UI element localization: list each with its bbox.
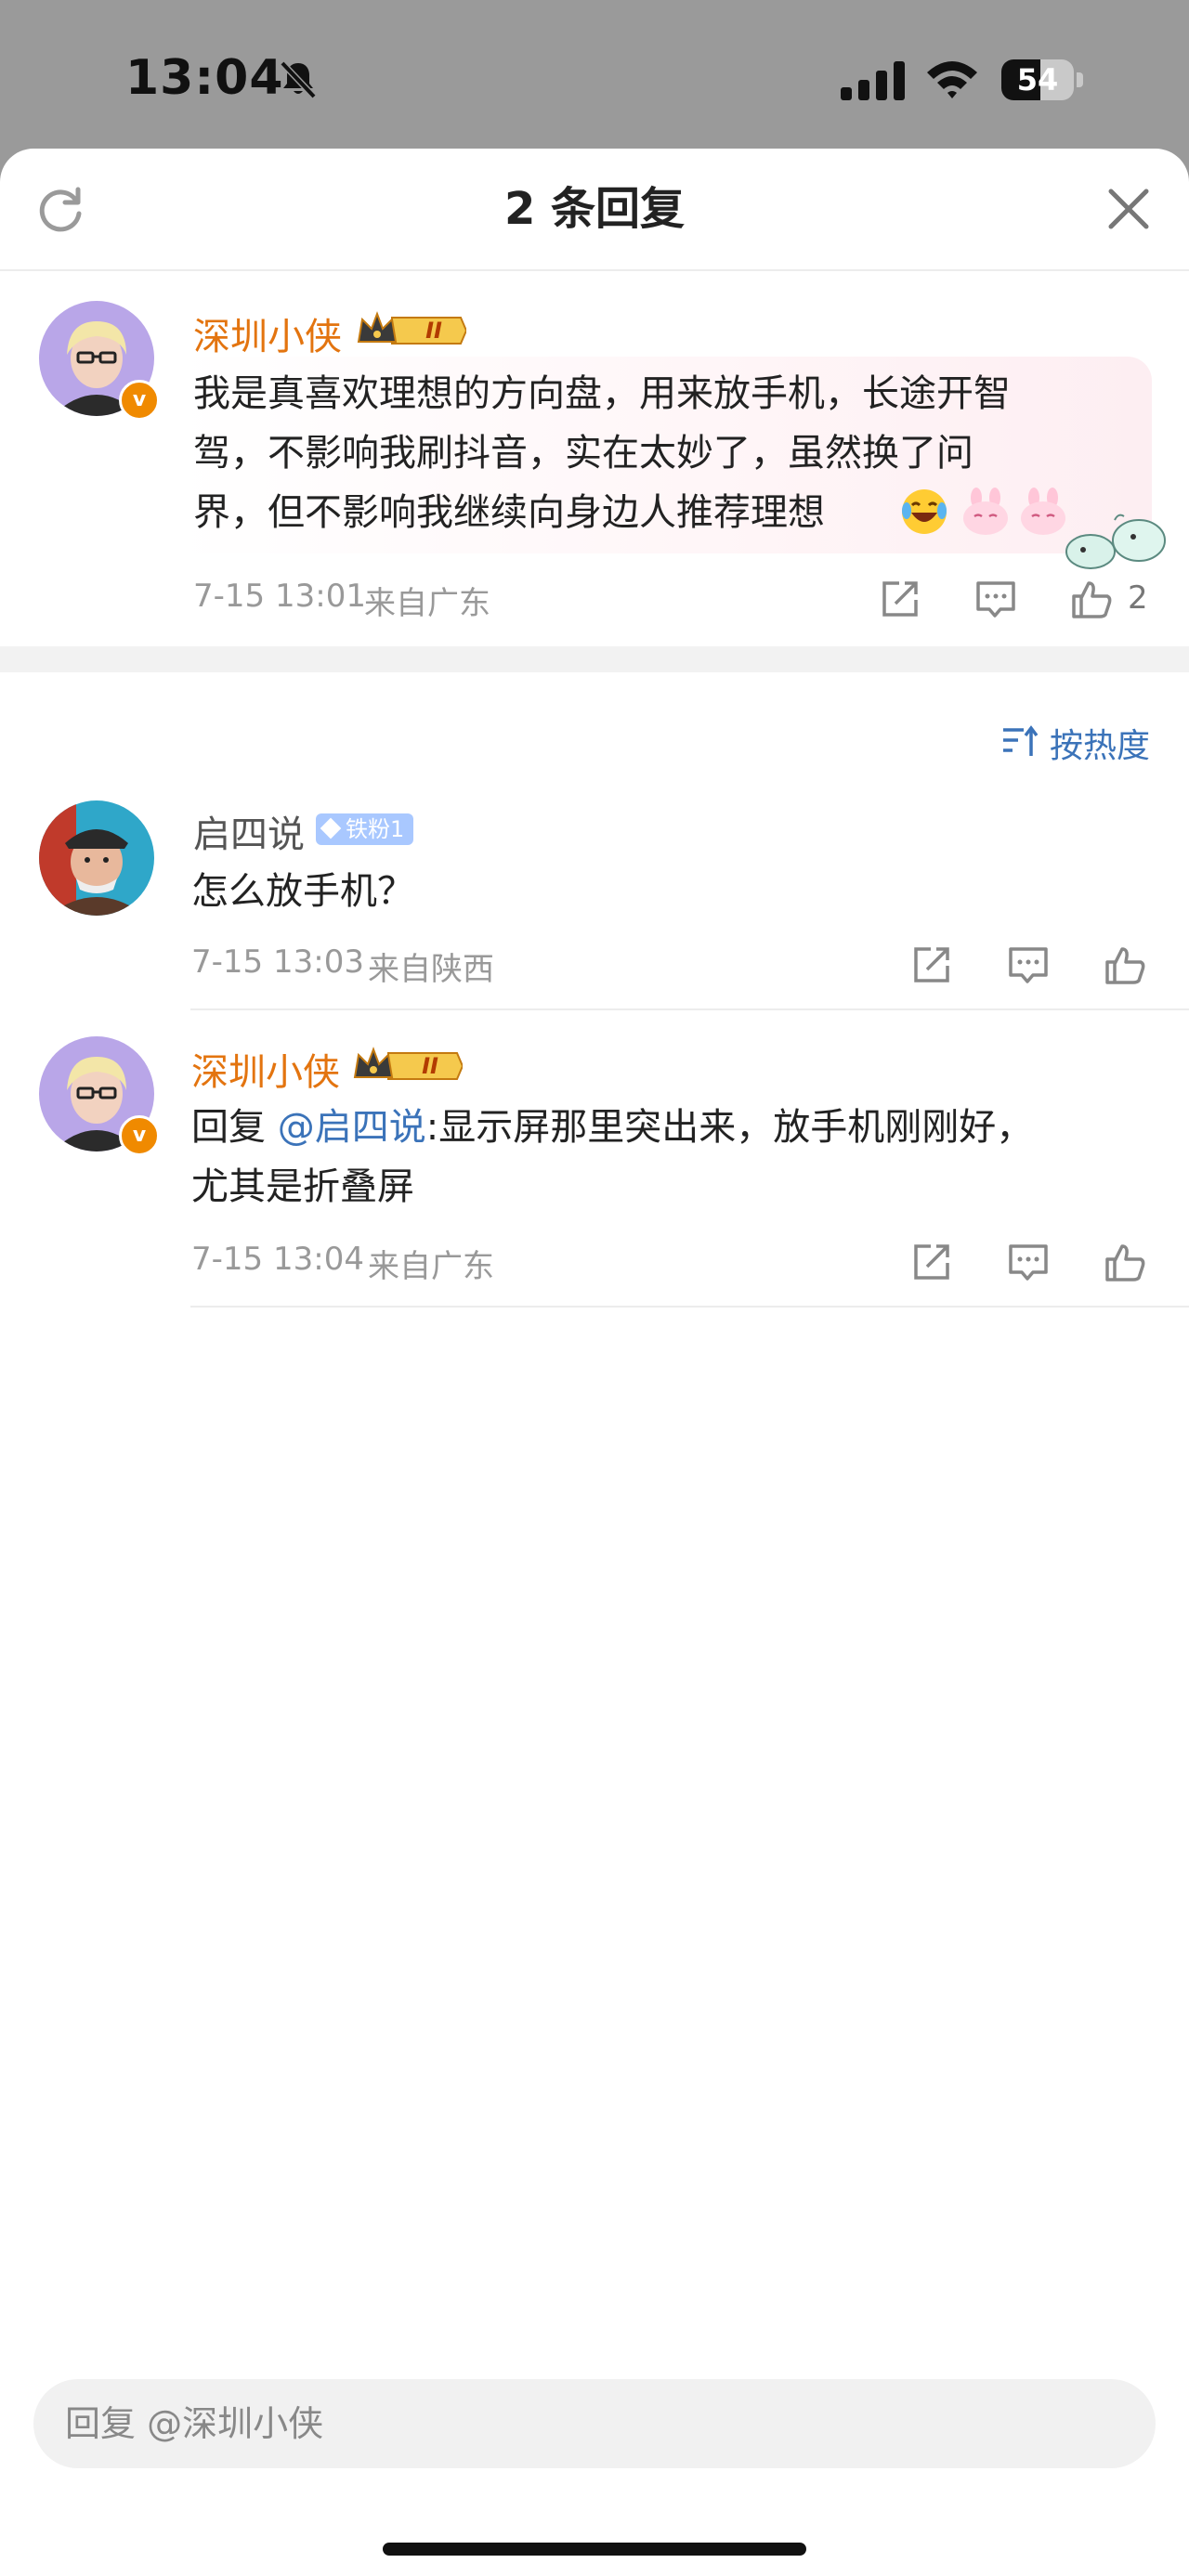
reply-text: 怎么放手机？ xyxy=(191,870,414,913)
reply-username[interactable]: 启四说 xyxy=(193,804,305,858)
share-icon[interactable] xyxy=(910,1241,953,1283)
reply-input[interactable]: 回复 @深圳小侠 xyxy=(33,2379,1156,2468)
sort-icon xyxy=(1003,725,1039,756)
sheet-title: 2 条回复 xyxy=(503,183,686,235)
laughing-tears-emoji-icon xyxy=(902,489,947,534)
like-icon[interactable] xyxy=(1070,578,1113,620)
comment-text-line-3: 界，但不影响我继续向身边人推荐理想 xyxy=(193,491,825,534)
battery-indicator: 54 xyxy=(1001,59,1085,100)
comment-date: 7-15 13:01 xyxy=(193,578,366,615)
reply-input-placeholder: 回复 @深圳小侠 xyxy=(65,2403,324,2444)
comment-icon[interactable] xyxy=(974,578,1017,620)
cellular-signal-icon xyxy=(841,61,905,100)
level-badge-text: II xyxy=(425,318,442,344)
fan-badge-label: 铁粉1 xyxy=(346,816,405,842)
reply-location: 来自广东 xyxy=(368,1248,494,1285)
like-count: 2 xyxy=(1128,579,1148,617)
reply-text-line-1: 回复 @启四说:显示屏那里突出来，放手机刚刚好， xyxy=(191,1098,1033,1157)
reply-date: 7-15 13:04 xyxy=(191,1241,364,1278)
fan-badge: 铁粉1 xyxy=(316,813,414,845)
bell-muted-icon xyxy=(280,60,317,99)
comment-username[interactable]: 深圳小侠 xyxy=(193,306,342,360)
battery-percent: 54 xyxy=(1016,62,1059,98)
mention-link[interactable]: @启四说 xyxy=(278,1106,426,1149)
row-divider xyxy=(190,1306,1189,1308)
comment-icon[interactable] xyxy=(1007,943,1050,986)
home-indicator[interactable] xyxy=(383,2543,806,2556)
section-divider xyxy=(0,646,1189,672)
verified-badge-icon: v xyxy=(119,380,160,421)
reply-location: 来自陕西 xyxy=(368,951,494,988)
level-badge-text: II xyxy=(422,1053,438,1079)
comment-icon[interactable] xyxy=(1007,1241,1050,1283)
wifi-icon xyxy=(927,61,977,98)
reply-text-line-2: 尤其是折叠屏 xyxy=(191,1165,414,1208)
sort-by-hot-button[interactable]: 按热度 xyxy=(1001,719,1159,765)
status-bar: 13:04 54 xyxy=(0,0,1189,153)
share-icon[interactable] xyxy=(879,578,921,620)
row-divider xyxy=(190,1008,1189,1010)
sheet-header: 2 条回复 xyxy=(0,149,1189,271)
whale-sticker-icon xyxy=(1065,514,1166,569)
reply-username[interactable]: 深圳小侠 xyxy=(191,1042,340,1096)
avatar[interactable] xyxy=(39,800,154,916)
clock: 13:04 xyxy=(125,50,284,106)
bunny-emoji-icon xyxy=(963,488,1008,535)
sort-label: 按热度 xyxy=(1050,727,1151,765)
comment-location: 来自广东 xyxy=(364,585,490,622)
like-icon[interactable] xyxy=(1104,943,1146,986)
reply-body: :显示屏那里突出来，放手机刚刚好， xyxy=(425,1106,1034,1149)
close-icon[interactable] xyxy=(1105,186,1152,232)
comment-text-line-1: 我是真喜欢理想的方向盘，用来放手机，长途开智 xyxy=(193,372,1011,415)
replies-sheet: 2 条回复 v 深圳小侠 II 我是真喜欢理想的方向盘，用来放手机，长途开智 驾… xyxy=(0,149,1189,2576)
comment-text-line-2: 驾，不影响我刷抖音，实在太妙了，虽然换了问 xyxy=(193,432,973,475)
verified-badge-icon: v xyxy=(119,1115,160,1156)
reply-prefix: 回复 xyxy=(191,1106,278,1149)
share-icon[interactable] xyxy=(910,943,953,986)
reply-date: 7-15 13:03 xyxy=(191,943,364,981)
like-icon[interactable] xyxy=(1104,1241,1146,1283)
diamond-icon xyxy=(320,817,342,839)
